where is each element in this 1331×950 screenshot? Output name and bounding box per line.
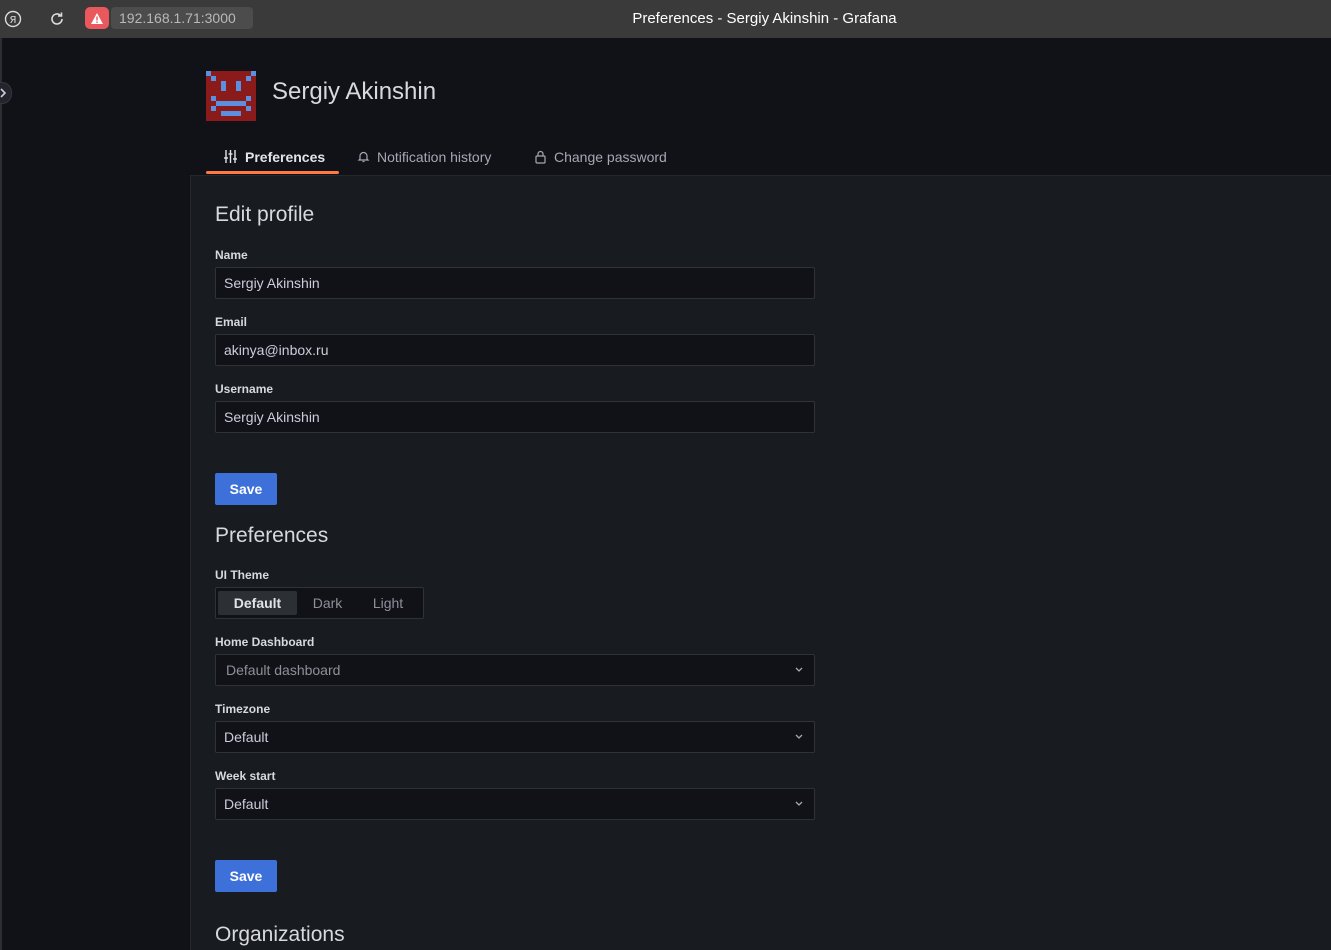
- tab-notification-history-label: Notification history: [377, 148, 492, 165]
- tab-change-password[interactable]: Change password: [534, 138, 667, 175]
- theme-option-dark[interactable]: Dark: [299, 591, 356, 615]
- timezone-value: Default: [224, 729, 269, 745]
- username-label: Username: [215, 382, 274, 396]
- timezone-select[interactable]: Default: [215, 721, 815, 753]
- page-title: Sergiy Akinshin: [272, 78, 437, 105]
- tab-change-password-label: Change password: [554, 148, 667, 165]
- bell-icon: [357, 151, 370, 163]
- theme-option-light[interactable]: Light: [358, 591, 418, 615]
- name-label: Name: [215, 248, 248, 262]
- email-field[interactable]: akinya@inbox.ru: [215, 334, 815, 366]
- edit-profile-heading: Edit profile: [215, 203, 315, 226]
- tab-preferences-label: Preferences: [245, 148, 326, 165]
- chevron-down-icon: [794, 655, 804, 695]
- chevron-down-icon: [794, 722, 804, 762]
- avatar: [206, 71, 256, 121]
- active-tab-indicator: [206, 171, 339, 174]
- username-field[interactable]: Sergiy Akinshin: [215, 401, 815, 433]
- chevron-down-icon: [794, 789, 804, 829]
- ui-theme-label: UI Theme: [215, 568, 270, 582]
- organizations-heading: Organizations: [215, 923, 345, 946]
- tab-preferences[interactable]: Preferences: [223, 138, 325, 175]
- week-start-value: Default: [224, 796, 269, 812]
- sidebar: [0, 38, 2, 950]
- browser-toolbar: Я 192.168.1.71:3000 Preferences - Sergiy…: [0, 0, 1331, 38]
- ui-theme-radio-group: Default Dark Light: [215, 587, 424, 619]
- lock-icon: [535, 150, 546, 164]
- week-start-label: Week start: [215, 769, 276, 783]
- sidebar-expand-button[interactable]: [0, 82, 12, 104]
- window-title: Preferences - Sergiy Akinshin - Grafana: [632, 10, 897, 27]
- chevron-right-icon: [0, 88, 7, 98]
- preferences-heading: Preferences: [215, 524, 329, 547]
- timezone-label: Timezone: [215, 702, 271, 716]
- save-preferences-button[interactable]: Save: [215, 860, 277, 892]
- home-dashboard-label: Home Dashboard: [215, 635, 315, 649]
- email-label: Email: [215, 315, 248, 329]
- home-dashboard-select[interactable]: Default dashboard: [215, 654, 815, 686]
- week-start-select[interactable]: Default: [215, 788, 815, 820]
- save-profile-button[interactable]: Save: [215, 473, 277, 505]
- tab-notification-history[interactable]: Notification history: [357, 138, 491, 175]
- theme-option-default[interactable]: Default: [218, 591, 297, 615]
- home-dashboard-placeholder: Default dashboard: [226, 662, 341, 678]
- name-field[interactable]: Sergiy Akinshin: [215, 267, 815, 299]
- sliders-icon: [224, 150, 237, 163]
